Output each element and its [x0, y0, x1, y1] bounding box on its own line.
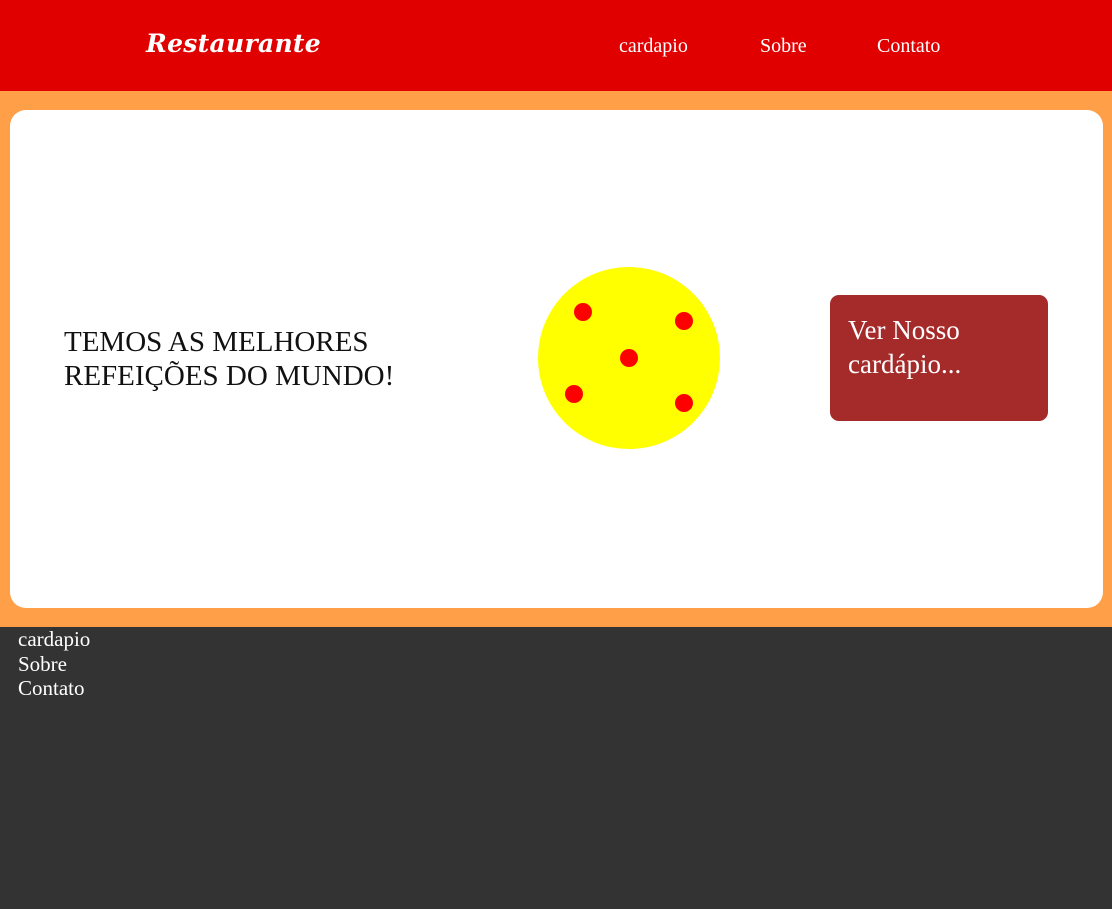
hero-headline: TEMOS AS MELHORES REFEIÇÕES DO MUNDO! — [64, 326, 395, 392]
footer-link-contato[interactable]: Contato — [18, 676, 90, 701]
pepperoni-dot — [620, 349, 638, 367]
pepperoni-dot — [675, 312, 693, 330]
footer-link-sobre[interactable]: Sobre — [18, 652, 90, 677]
top-navbar: Restaurante cardapio Sobre Contato — [0, 0, 1112, 91]
nav-link-cardapio[interactable]: cardapio — [619, 32, 688, 60]
pepperoni-dot — [675, 394, 693, 412]
nav-link-sobre[interactable]: Sobre — [760, 32, 807, 60]
footer-link-cardapio[interactable]: cardapio — [18, 627, 90, 652]
pizza-illustration — [538, 267, 720, 449]
nav-link-contato[interactable]: Contato — [877, 32, 940, 60]
menu-cta-button[interactable]: Ver Nosso cardápio... — [830, 295, 1048, 421]
footer-nav: cardapio Sobre Contato — [18, 627, 90, 701]
pepperoni-dot — [574, 303, 592, 321]
pepperoni-dot — [565, 385, 583, 403]
brand-logo[interactable]: Restaurante — [146, 26, 321, 62]
